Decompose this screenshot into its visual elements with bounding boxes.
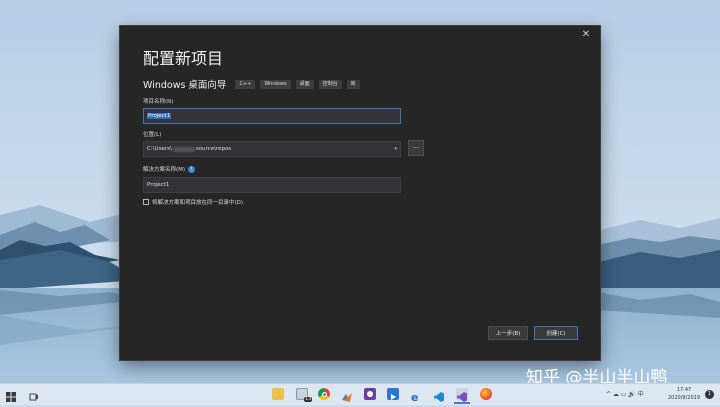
clock-time: 17:47 xyxy=(676,387,692,393)
location-label: 位置(L) xyxy=(143,132,162,138)
project-name-value: Project1 xyxy=(147,113,172,119)
solution-name-value: Project1 xyxy=(147,182,170,188)
browse-button[interactable]: ... xyxy=(408,140,424,156)
file-explorer-icon[interactable] xyxy=(272,388,284,400)
task-view-icon[interactable] xyxy=(28,388,40,401)
same-directory-checkbox[interactable] xyxy=(143,199,149,205)
location-prefix: C:\Users\ xyxy=(147,146,172,152)
notification-center-icon[interactable]: 1 xyxy=(705,390,714,399)
project-name-input[interactable]: Project1 xyxy=(143,108,401,124)
chrome-icon[interactable] xyxy=(318,388,330,400)
tag-windows: Windows xyxy=(260,79,291,89)
github-desktop-icon[interactable] xyxy=(364,388,376,400)
firefox-icon[interactable] xyxy=(480,388,492,400)
tag-library: 库 xyxy=(346,79,360,89)
project-name-label: 项目名称(N) xyxy=(143,99,174,105)
edge-icon[interactable]: e xyxy=(410,388,422,404)
tag-cpp: C++ xyxy=(235,79,256,89)
same-directory-option[interactable]: 将解决方案和项目放在同一目录中(D) xyxy=(143,198,243,206)
close-icon[interactable]: ✕ xyxy=(580,29,592,41)
matlab-icon[interactable] xyxy=(341,388,353,402)
system-tray[interactable]: ^ ☁ ▭ 🔊 中 xyxy=(606,389,644,398)
windows-logo-icon[interactable] xyxy=(5,388,17,402)
solution-name-label-text: 解决方案名称(M) xyxy=(143,167,186,173)
mail-icon[interactable]: 13 xyxy=(296,388,312,402)
clock-date: 2020/9/2019 xyxy=(668,395,700,401)
create-button[interactable]: 创建(C) xyxy=(534,326,578,340)
dialog-title: 配置新项目 xyxy=(143,49,224,68)
solution-name-input[interactable]: Project1 xyxy=(143,177,401,193)
app-icon[interactable] xyxy=(387,388,399,400)
vscode-icon[interactable] xyxy=(433,388,445,402)
back-button[interactable]: 上一步(B) xyxy=(488,326,528,340)
notification-badge: 13 xyxy=(304,397,312,402)
location-suffix: source\repos xyxy=(195,146,232,152)
tag-desktop: 桌面 xyxy=(295,79,314,89)
visual-studio-icon[interactable] xyxy=(454,388,470,404)
svg-text:e: e xyxy=(411,391,418,403)
same-directory-label: 将解决方案和项目放在同一目录中(D) xyxy=(152,200,244,206)
clock[interactable]: 17:47 2020/9/2019 xyxy=(668,386,700,402)
info-icon[interactable]: i xyxy=(188,166,196,173)
location-combobox[interactable]: C:\Users\ source\repos ▾ xyxy=(143,141,401,157)
redacted-username xyxy=(172,146,195,152)
configure-project-dialog: ✕ 配置新项目 Windows 桌面向导 C++ Windows 桌面 控制台 … xyxy=(120,26,600,360)
taskbar: 13 e ^ ☁ ▭ 🔊 中 17:47 2020/9/2019 1 xyxy=(0,383,720,405)
template-name: Windows 桌面向导 xyxy=(143,80,227,91)
tag-console: 控制台 xyxy=(318,79,342,89)
chevron-down-icon[interactable]: ▾ xyxy=(394,146,397,152)
template-row: Windows 桌面向导 C++ Windows 桌面 控制台 库 xyxy=(143,77,360,91)
solution-name-label: 解决方案名称(M) i xyxy=(143,165,196,173)
